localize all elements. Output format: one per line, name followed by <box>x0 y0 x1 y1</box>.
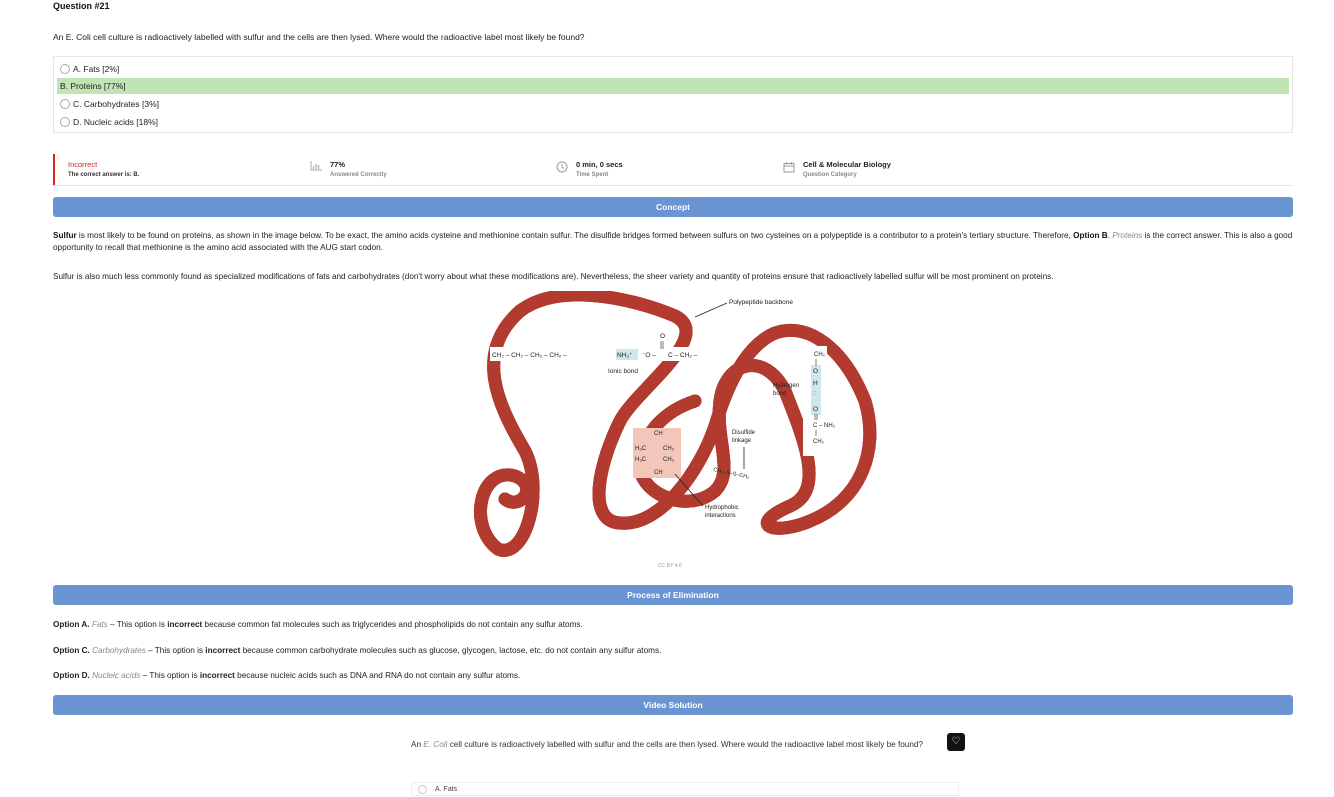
elim-text-a: – This option is <box>145 646 206 655</box>
option-c[interactable]: C. Carbohydrates [3%] <box>57 96 1289 112</box>
radio-icon[interactable] <box>60 64 70 74</box>
percent-value: 77% <box>330 160 346 169</box>
bar-chart-icon <box>310 161 322 174</box>
option-b[interactable]: B. Proteins [77%] <box>57 78 1289 94</box>
o-minus-label: ⁻O – <box>642 352 656 359</box>
video-solution-player[interactable]: An E. Coli cell culture is radioactively… <box>403 727 968 797</box>
chain-label: CH₂ – CH₂ – CH₂ – CH₂ – <box>492 352 567 359</box>
result-stats: Incorrect The correct answer is: B. 77% … <box>53 154 1293 186</box>
c-ch2-label: C – CH₂ – <box>668 352 698 359</box>
category-label: Question Category <box>803 172 857 178</box>
radio-icon[interactable] <box>418 784 427 794</box>
disulfide-label: Disulfide <box>732 430 756 436</box>
elim-text-a: – This option is <box>140 671 200 680</box>
backbone-label: Polypeptide backbone <box>729 299 793 306</box>
video-option-a[interactable]: A. Fats <box>411 782 959 796</box>
elim-opt-name: Nucleic acids <box>92 671 141 680</box>
elimination-option-c: Option C. Carbohydrates – This option is… <box>53 646 661 655</box>
svg-text::: : <box>814 390 816 397</box>
o2-label: O <box>813 406 818 413</box>
question-number: Question #21 <box>53 1 110 11</box>
option-a[interactable]: A. Fats [2%] <box>57 61 1289 77</box>
elimination-header: Process of Elimination <box>53 585 1293 605</box>
video-option-label: A. Fats <box>435 785 458 793</box>
question-text: An E. Coli cell culture is radioactively… <box>53 32 585 42</box>
radio-icon[interactable] <box>60 117 70 127</box>
concept-paragraph-2: Sulfur is also much less commonly found … <box>53 272 1054 281</box>
ch3-1-label: CH₃ <box>663 446 675 452</box>
concept-header: Concept <box>53 197 1293 217</box>
sulfur-bold: Sulfur <box>53 231 77 240</box>
o1-label: O <box>813 368 818 375</box>
c-nh2-label: C – NH₂ <box>813 423 836 429</box>
elim-opt-label: Option A. <box>53 620 90 629</box>
calendar-icon <box>783 161 795 176</box>
option-label: A. Fats [2%] <box>73 64 120 74</box>
ch-bot-label: CH <box>654 470 663 476</box>
elim-text-c: because common carbohydrate molecules su… <box>240 646 662 655</box>
correct-answer-text: The correct answer is: B. <box>68 172 140 178</box>
concept-paragraph-1: Sulfur is most likely to be found on pro… <box>53 230 1293 254</box>
elim-opt-label: Option C. <box>53 646 90 655</box>
percent-label: Answered Correctly <box>330 172 387 178</box>
h3c2-label: H₃C <box>635 457 647 463</box>
elim-text-c: because nucleic acids such as DNA and RN… <box>234 671 521 680</box>
protein-structure-figure: Polypeptide backbone CH₂ – CH₂ – CH₂ – C… <box>465 291 885 573</box>
nh3-label: NH₃⁺ <box>617 352 633 359</box>
elim-opt-name: Fats <box>91 620 108 629</box>
hydrogen-label: Hydrogen <box>773 383 799 389</box>
time-stat: 0 min, 0 secs Time Spent <box>556 160 623 178</box>
h-label: H <box>813 380 818 387</box>
concept-text-a: is most likely to be found on proteins, … <box>76 231 1074 240</box>
incorrect-indicator <box>53 154 55 185</box>
category-value: Cell & Molecular Biology <box>803 160 891 169</box>
ionic-bond-label: Ionic bond <box>608 368 638 375</box>
clock-icon <box>556 161 568 176</box>
video-question-text: An E. Coli cell culture is radioactively… <box>411 738 946 751</box>
option-label: C. Carbohydrates [3%] <box>73 99 159 109</box>
ch2-top-label: CH₂ <box>814 352 826 358</box>
ch2-bottom-label: CH₂ <box>813 439 825 445</box>
elim-text-c: because common fat molecules such as tri… <box>202 620 583 629</box>
elim-incorrect: incorrect <box>199 671 235 680</box>
elim-opt-label: Option D. <box>53 671 90 680</box>
heart-icon[interactable]: ♡ <box>947 733 965 751</box>
bond-label: bond <box>773 391 786 397</box>
option-d[interactable]: D. Nucleic acids [18%] <box>57 114 1289 130</box>
option-label: D. Nucleic acids [18%] <box>73 117 159 127</box>
option-b-bold: Option B <box>1073 231 1108 240</box>
video-header: Video Solution <box>53 695 1293 715</box>
h3c1-label: H₃C <box>635 446 647 452</box>
video-q-a: An <box>411 740 424 749</box>
radio-icon[interactable] <box>60 99 70 109</box>
ch-top-label: CH <box>654 431 663 437</box>
time-label: Time Spent <box>576 172 609 178</box>
elim-text-a: – This option is <box>107 620 168 629</box>
o-top-label: O <box>660 333 665 340</box>
elim-incorrect: incorrect <box>167 620 203 629</box>
time-value: 0 min, 0 secs <box>576 160 623 169</box>
interactions-label: interactions <box>705 513 736 519</box>
hydrophobic-label: Hydrophobic <box>705 505 739 511</box>
result-stat: Incorrect The correct answer is: B. <box>68 160 139 178</box>
option-label: B. Proteins [77%] <box>60 81 126 91</box>
ch3-2-label: CH₃ <box>663 457 675 463</box>
linkage-label: linkage <box>732 438 752 444</box>
elim-opt-name: Carbohydrates <box>92 646 146 655</box>
result-status: Incorrect <box>68 160 98 169</box>
category-stat: Cell & Molecular Biology Question Catego… <box>783 160 891 178</box>
video-q-b: cell culture is radioactively labelled w… <box>447 740 924 749</box>
elim-incorrect: incorrect <box>205 646 241 655</box>
elimination-option-a: Option A. Fats – This option is incorrec… <box>53 620 583 629</box>
elimination-option-d: Option D. Nucleic acids – This option is… <box>53 671 520 680</box>
video-ecoli: E. Coli <box>423 740 448 749</box>
answer-options: A. Fats [2%] B. Proteins [77%] C. Carboh… <box>53 56 1293 133</box>
percent-stat: 77% Answered Correctly <box>310 160 387 178</box>
image-credit: CC BY 4.0 <box>658 563 682 569</box>
proteins-italic: Proteins <box>1112 231 1143 240</box>
